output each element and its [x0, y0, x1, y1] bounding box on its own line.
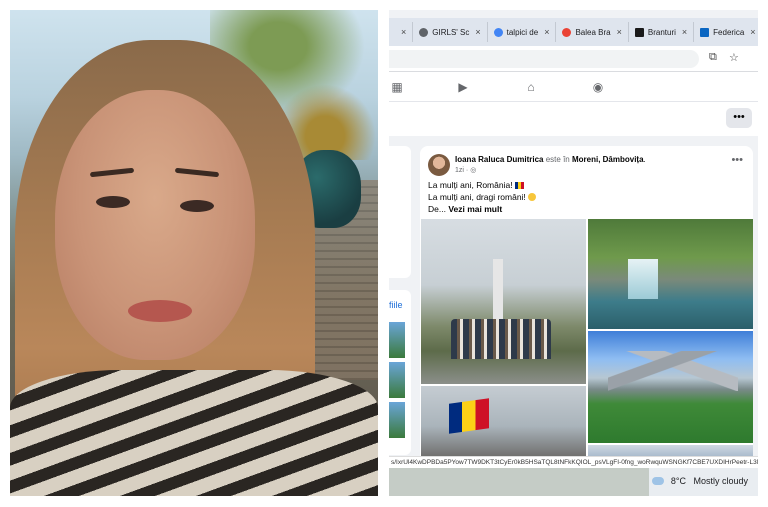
mountain-peaks	[608, 351, 738, 391]
weather-widget[interactable]: 8°C Mostly cloudy	[652, 476, 748, 486]
post-line-3: De... Vezi mai mult	[428, 204, 502, 214]
address-bar: ⧉ ☆	[389, 46, 758, 72]
tab-label: talpici de	[506, 27, 539, 37]
close-icon[interactable]: ×	[475, 27, 480, 37]
photo-flag[interactable]	[421, 386, 586, 466]
taskbar-shade	[389, 468, 649, 496]
lips	[128, 300, 192, 322]
more-options-button[interactable]: •••	[726, 108, 752, 128]
marketplace-icon[interactable]: ⌂	[523, 79, 539, 95]
post-text: La mulți ani, dragi români!	[428, 192, 526, 202]
post-menu-button[interactable]: •••	[731, 154, 743, 166]
romanian-flag	[449, 398, 489, 434]
tab-label: Federica	[713, 27, 745, 37]
globe-icon: ◎	[470, 167, 477, 174]
waterfall	[628, 259, 658, 299]
smile-emoji-icon	[528, 193, 537, 201]
photo-mountains[interactable]	[588, 331, 753, 443]
feed-post: Ioana Raluca Dumitrica este în Moreni, D…	[420, 146, 753, 466]
close-icon[interactable]: ×	[617, 27, 622, 37]
post-meta: 1zi · ◎	[455, 167, 477, 174]
connector-text: este în	[545, 155, 570, 164]
portrait-photo	[10, 10, 378, 496]
post-time[interactable]: 1zi	[455, 167, 464, 174]
see-more-link[interactable]: Vezi mai mult	[448, 204, 502, 214]
post-line-2: La mulți ani, dragi români!	[428, 192, 537, 202]
right-eye	[180, 200, 214, 212]
side-link[interactable]: fiile	[389, 300, 403, 310]
photo-group-monument[interactable]	[421, 219, 586, 384]
romania-flag-icon	[514, 182, 524, 189]
groups-icon[interactable]: ◉	[590, 79, 606, 95]
browser-window: × GIRLS' Sc × talpici de × Balea Bra × B…	[389, 10, 758, 496]
post-text: La mulți ani, România!	[428, 180, 513, 190]
tab-4[interactable]: Branturi ×	[629, 22, 695, 42]
author-name[interactable]: Ioana Raluca Dumitrica	[455, 155, 543, 164]
facebook-nav: ▦ ▶ ⌂ ◉	[389, 72, 758, 102]
close-icon[interactable]: ×	[682, 27, 687, 37]
tab-label: GIRLS' Sc	[432, 27, 470, 37]
side-thumbnail[interactable]	[389, 362, 405, 398]
side-thumbnail[interactable]	[389, 402, 405, 438]
tab-0[interactable]: ×	[389, 22, 414, 42]
cloud-icon	[652, 477, 665, 485]
site-favicon-icon	[634, 27, 644, 37]
status-url: s/IxrUl4KwDPBDa5PYow7TW9DKT3tCyEr0kB5HSa…	[389, 456, 758, 468]
post-text: De...	[428, 204, 446, 214]
close-icon[interactable]: ×	[401, 27, 406, 37]
zebra-sweater	[10, 370, 378, 496]
tab-3[interactable]: Balea Bra ×	[556, 22, 629, 42]
avatar[interactable]	[428, 154, 450, 176]
video-icon[interactable]: ▶	[455, 79, 471, 95]
side-thumbnail[interactable]	[389, 322, 405, 358]
close-icon[interactable]: ×	[750, 27, 755, 37]
site-favicon-icon	[562, 27, 572, 37]
post-line-1: La mulți ani, România!	[428, 180, 524, 190]
composite-image: × GIRLS' Sc × talpici de × Balea Bra × B…	[0, 0, 768, 507]
location-link[interactable]: Moreni, Dâmbovița	[572, 155, 644, 164]
tab-5[interactable]: Federica ×	[694, 22, 758, 42]
google-icon	[493, 27, 503, 37]
taskbar: 8°C Mostly cloudy	[389, 468, 758, 496]
url-field[interactable]	[389, 50, 699, 68]
weather-condition: Mostly cloudy	[693, 476, 748, 486]
group-of-people	[451, 319, 551, 359]
news-feed-icon[interactable]: ▦	[389, 79, 405, 95]
tab-1[interactable]: GIRLS' Sc ×	[413, 22, 488, 42]
tab-label: Balea Bra	[575, 27, 611, 37]
photo-waterfall[interactable]	[588, 219, 753, 329]
globe-icon	[419, 27, 429, 37]
weather-temp: 8°C	[670, 476, 686, 486]
post-header: Ioana Raluca Dumitrica este în Moreni, D…	[455, 155, 646, 164]
tab-2[interactable]: talpici de ×	[488, 22, 557, 42]
left-eye	[96, 196, 130, 208]
profile-subbar: •••	[389, 102, 758, 136]
install-icon[interactable]: ⧉	[709, 51, 717, 64]
close-icon[interactable]: ×	[544, 27, 549, 37]
bookmark-star-icon[interactable]: ☆	[729, 51, 739, 64]
tab-label: Branturi	[647, 27, 676, 37]
obelisk	[493, 259, 503, 319]
side-card	[389, 146, 411, 278]
linkedin-icon	[700, 27, 710, 37]
tab-strip: × GIRLS' Sc × talpici de × Balea Bra × B…	[389, 18, 758, 46]
